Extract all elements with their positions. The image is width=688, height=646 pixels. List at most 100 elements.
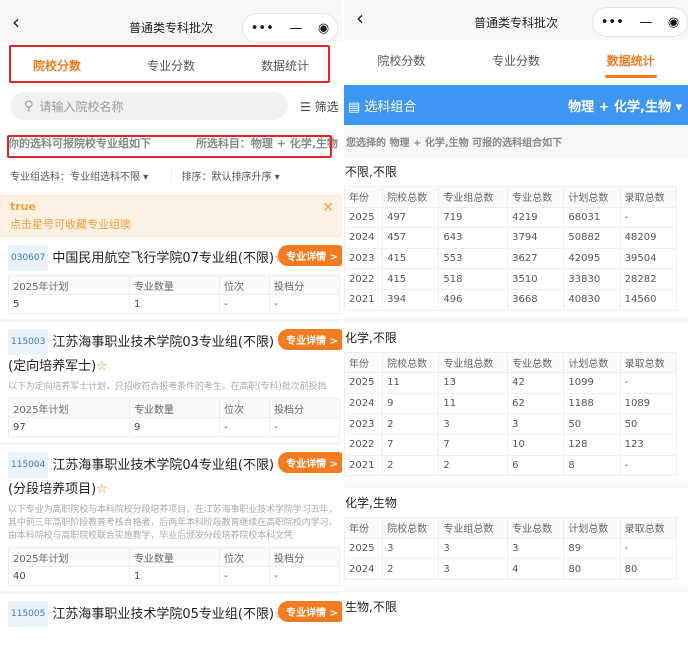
table-cell: 50	[563, 413, 621, 435]
table-cell: 496	[438, 288, 509, 311]
search-placeholder: 请输入院校名称	[39, 99, 124, 114]
table-row: 2023 415 553 3627 42095 39504	[344, 247, 678, 270]
table-header: 2025年计划	[8, 275, 130, 295]
search-icon: ⚲	[24, 98, 34, 114]
table-header: 录取总数	[619, 186, 678, 208]
table-cell: 2	[438, 454, 509, 477]
table-row: 2022 415 518 3510 33830 28282	[344, 268, 678, 290]
notice-text: 点击星号可收藏专业组噢	[10, 218, 131, 231]
table-cell: 13	[438, 372, 509, 394]
table-cell: 3	[438, 413, 509, 435]
miniprogram-capsule: ••• — ◉	[242, 13, 338, 43]
close-icon[interactable]: ✕	[322, 200, 334, 216]
star-icon[interactable]: ☆	[96, 482, 108, 497]
table-header: 投档分	[268, 275, 341, 295]
table-header: 专业数量	[128, 398, 220, 418]
table-header: 年份	[344, 186, 384, 208]
table-cell: 48209	[619, 227, 678, 249]
group-item: 030607中国民用航空飞行学院07专业组(不限)☆专业详情 >2025年计划专…	[0, 238, 342, 322]
table-cell: 28282	[619, 268, 678, 290]
table-row: 2024 457 643 3794 50882 48209	[344, 227, 678, 249]
combo-value[interactable]: 物理 + 化学,生物 ▾	[568, 96, 682, 115]
table-header: 投档分	[268, 547, 341, 567]
table-cell: -	[619, 372, 678, 394]
minimize-icon[interactable]: —	[289, 21, 302, 36]
close-icon[interactable]: ◉	[318, 21, 329, 36]
table-cell: 128	[563, 433, 621, 456]
section-title: 化学,不限	[345, 330, 397, 345]
table-header: 2025年计划	[8, 547, 130, 567]
table-row: 2025 3 3 3 89-	[344, 537, 678, 560]
table-row: 2025 497 719 4219 68031-	[344, 206, 678, 229]
subject-combo-bar[interactable]: ▤ 选科组合 物理 + 化学,生物 ▾	[344, 85, 688, 125]
group-item: 115004 江苏海事职业技术学院04专业组(不限)(分段培养项目)☆ 专业详情 >…	[0, 445, 342, 594]
table-cell: 5	[8, 294, 130, 314]
table-header: 计划总数	[563, 351, 621, 374]
group-item: 115003 江苏海事职业技术学院03专业组(不限)(定向培养军士)☆ 专业详情 >…	[0, 322, 342, 445]
table-cell: 8	[563, 454, 621, 477]
table-header: 2025年计划	[8, 398, 130, 418]
nav-bar: ‹ 普通类专科批次 ••• — ◉	[0, 0, 342, 43]
table-cell: 3	[382, 537, 440, 560]
table-cell: 40	[8, 566, 130, 586]
table-cell: 2023	[344, 247, 384, 270]
sort-dropdown[interactable]: 排序：默认排序升序 ▾	[170, 167, 343, 183]
subject-filter-dropdown[interactable]: 专业组选科：专业组选科不限 ▾	[0, 168, 171, 183]
table-header: 专业数量	[128, 275, 220, 295]
table-cell: 9	[382, 392, 440, 415]
stats-section: 生物,不限	[344, 592, 688, 615]
table-cell: 80	[619, 558, 678, 580]
group-table: 2025年计划 专业数量 位次 投档分 97 9- -	[8, 398, 341, 437]
table-cell: 2021	[344, 454, 384, 477]
major-detail-button[interactable]: 专业详情 >	[278, 245, 342, 266]
tab-major-score[interactable]: 专业分数	[459, 52, 574, 69]
filter-label: 筛选	[314, 99, 339, 114]
minimize-icon[interactable]: —	[639, 15, 652, 30]
table-header: 专业总数	[507, 186, 565, 208]
group-table: 2025年计划 专业数量 位次 投档分 40 1- -	[8, 547, 341, 586]
table-cell: -	[268, 417, 341, 437]
star-icon[interactable]: ☆	[96, 359, 108, 374]
table-cell: 2025	[344, 206, 384, 229]
table-cell: -	[268, 294, 341, 314]
table-cell: 3510	[507, 268, 565, 290]
filter-button[interactable]: ☰ 筛选	[300, 98, 339, 115]
table-header: 位次	[218, 275, 270, 295]
more-icon[interactable]: •••	[251, 21, 274, 36]
stats-table: 年份 院校总数 专业组总数 专业总数 计划总数 录取总数 2025 497 719 4219 680…	[344, 186, 678, 311]
combo-label: 选科组合	[364, 99, 417, 115]
table-cell: 415	[382, 247, 440, 270]
close-icon[interactable]: ◉	[668, 15, 679, 30]
table-cell: -	[218, 566, 270, 586]
major-detail-button[interactable]: 专业详情 >	[278, 601, 342, 622]
table-cell: 3627	[507, 247, 565, 270]
table-cell: 2	[382, 413, 440, 435]
table-cell: 14560	[619, 288, 678, 311]
major-detail-button[interactable]: 专业详情 >	[278, 452, 342, 473]
table-cell: 2024	[344, 227, 384, 249]
table-cell: -	[619, 537, 678, 560]
table-cell: 68031	[563, 206, 621, 229]
stats-sections: 不限,不限 年份 院校总数 专业组总数 专业总数 计划总数 录取总数 2025 497 719 42…	[344, 157, 688, 615]
stats-section: 不限,不限 年份 院校总数 专业组总数 专业总数 计划总数 录取总数 2025 497 719 42…	[344, 157, 688, 323]
table-cell: 1188	[563, 392, 621, 415]
search-input[interactable]: ⚲ 请输入院校名称	[10, 92, 288, 120]
table-cell: 394	[382, 288, 440, 311]
group-name: 江苏海事职业技术学院05专业组(不限)	[52, 607, 275, 622]
tab-statistics[interactable]: 数据统计	[573, 52, 688, 69]
table-header: 计划总数	[563, 186, 621, 208]
table-cell: 2023	[344, 413, 384, 435]
table-cell: 2	[382, 454, 440, 477]
filter-row: 专业组选科：专业组选科不限 ▾ 排序：默认排序升序 ▾	[0, 158, 342, 192]
major-detail-button[interactable]: 专业详情 >	[278, 329, 342, 350]
tab-school-score[interactable]: 院校分数	[344, 52, 459, 69]
group-code: 115004	[8, 452, 49, 478]
table-cell: 2025	[344, 372, 384, 394]
table-cell: 11	[438, 392, 509, 415]
table-cell: 415	[382, 268, 440, 290]
group-list: 030607中国民用航空飞行学院07专业组(不限)☆专业详情 >2025年计划专…	[0, 238, 342, 627]
table-row: 2025 11 13 42 1099-	[344, 372, 678, 394]
table-cell: 3	[507, 537, 565, 560]
more-icon[interactable]: •••	[601, 15, 624, 30]
table-header: 院校总数	[382, 186, 440, 208]
